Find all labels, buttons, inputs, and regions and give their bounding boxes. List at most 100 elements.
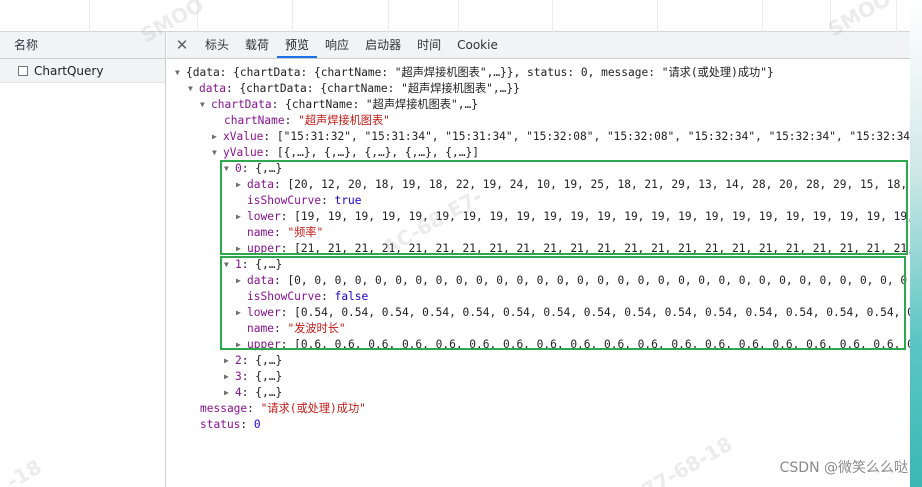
json-key-data: data: [199, 82, 226, 95]
json-preview-panel: ▼ {data: {chartData: {chartName: "超声焊接机图表…: [167, 60, 910, 487]
tab-headers[interactable]: 标头: [197, 32, 237, 58]
json-item-0-name-value: "频率": [287, 226, 324, 239]
json-item-1-summary: {,…}: [255, 258, 283, 271]
json-item-1-row[interactable]: ▼ 1: {,…}: [224, 257, 282, 273]
collapse-triangle-icon[interactable]: ▼: [200, 97, 211, 113]
json-item-0-index: 0: [235, 162, 242, 175]
json-key-name: name: [247, 226, 274, 239]
footer-watermark: CSDN @微笑么么哒: [779, 460, 908, 476]
json-key-chartname: chartName: [224, 114, 285, 127]
json-chartdata-summary: {chartName: "超声焊接机图表",…}: [285, 98, 478, 111]
json-item-1-lower-value: [0.54, 0.54, 0.54, 0.54, 0.54, 0.54, 0.5…: [294, 306, 910, 319]
json-item-0-lower-value: [19, 19, 19, 19, 19, 19, 19, 19, 19, 19,…: [294, 210, 910, 223]
name-column-header[interactable]: 名称: [0, 32, 165, 59]
json-data-row[interactable]: ▼ data: {chartData: {chartName: "超声焊接机图表"…: [188, 81, 520, 97]
json-item-2-index: 2: [235, 354, 242, 367]
json-key-message: message: [200, 402, 248, 415]
expand-triangle-icon[interactable]: ▶: [224, 385, 235, 401]
collapse-triangle-icon[interactable]: ▼: [175, 65, 186, 81]
json-item-0-isshowcurve-row: isShowCurve: true: [247, 194, 362, 207]
expand-triangle-icon[interactable]: ▶: [236, 337, 247, 353]
json-item-3-row[interactable]: ▶ 3: {,…}: [224, 369, 282, 385]
json-item-1-name-row: name: "发波时长": [247, 322, 346, 335]
json-xvalue-row[interactable]: ▶ xValue: ["15:31:32", "15:31:34", "15:31…: [212, 129, 910, 145]
close-icon[interactable]: ✕: [167, 32, 197, 58]
expand-triangle-icon[interactable]: ▶: [224, 369, 235, 385]
json-item-3-summary: {,…}: [255, 370, 283, 383]
request-row-chartquery[interactable]: ChartQuery: [0, 59, 165, 83]
json-key-upper: upper: [247, 338, 281, 351]
json-item-4-index: 4: [235, 386, 242, 399]
json-key-upper: upper: [247, 242, 281, 255]
tab-payload[interactable]: 载荷: [237, 32, 277, 58]
json-item-1-data-row[interactable]: ▶ data: [0, 0, 0, 0, 0, 0, 0, 0, 0, 0, 0,…: [236, 273, 907, 289]
json-message-value: "请求(或处理)成功": [260, 402, 366, 415]
expand-triangle-icon[interactable]: ▶: [236, 177, 247, 193]
tab-cookies[interactable]: Cookie: [449, 32, 506, 58]
expand-triangle-icon[interactable]: ▶: [236, 241, 247, 257]
request-name: ChartQuery: [34, 63, 104, 78]
json-item-1-name-value: "发波时长": [287, 322, 346, 335]
json-item-0-data-value: [20, 12, 20, 18, 19, 18, 22, 19, 24, 10,…: [287, 178, 910, 191]
expand-triangle-icon[interactable]: ▶: [212, 129, 223, 145]
json-xvalue-value: ["15:31:32", "15:31:34", "15:31:34", "15…: [276, 130, 910, 143]
tab-response[interactable]: 响应: [317, 32, 357, 58]
json-key-lower: lower: [247, 306, 281, 319]
json-yvalue-summary: [{,…}, {,…}, {,…}, {,…}, {,…}]: [276, 146, 479, 159]
json-key-lower: lower: [247, 210, 281, 223]
json-key-isshowcurve: isShowCurve: [247, 290, 322, 303]
collapse-triangle-icon[interactable]: ▼: [224, 257, 235, 273]
json-item-1-lower-row[interactable]: ▶ lower: [0.54, 0.54, 0.54, 0.54, 0.54, 0…: [236, 305, 910, 321]
json-item-0-row[interactable]: ▼ 0: {,…}: [224, 161, 282, 177]
json-key-name: name: [247, 322, 274, 335]
document-icon: [18, 65, 28, 76]
json-item-4-summary: {,…}: [255, 386, 283, 399]
expand-triangle-icon[interactable]: ▶: [236, 305, 247, 321]
json-item-0-summary: {,…}: [255, 162, 283, 175]
expand-triangle-icon[interactable]: ▶: [236, 209, 247, 225]
collapse-triangle-icon[interactable]: ▼: [224, 161, 235, 177]
json-item-2-row[interactable]: ▶ 2: {,…}: [224, 353, 282, 369]
json-yvalue-row[interactable]: ▼ yValue: [{,…}, {,…}, {,…}, {,…}, {,…}]: [212, 145, 479, 161]
expand-triangle-icon[interactable]: ▶: [236, 273, 247, 289]
background-edge-decoration: [910, 0, 922, 487]
json-item-0-isshowcurve-value: true: [334, 194, 362, 207]
json-status-row: status: 0: [200, 418, 261, 431]
json-item-2-summary: {,…}: [255, 354, 283, 367]
json-chartname-value: "超声焊接机图表": [298, 114, 390, 127]
json-key-status: status: [200, 418, 241, 431]
request-list-panel: 名称 ChartQuery: [0, 32, 166, 487]
json-data-summary: {chartData: {chartName: "超声焊接机图表",…}}: [239, 82, 520, 95]
json-item-1-isshowcurve-value: false: [334, 290, 369, 303]
json-key-data: data: [247, 178, 274, 191]
json-key-yvalue: yValue: [223, 146, 264, 159]
json-item-1-upper-row[interactable]: ▶ upper: [0.6, 0.6, 0.6, 0.6, 0.6, 0.6, 0…: [236, 337, 910, 353]
json-status-value: 0: [253, 418, 261, 431]
json-item-0-data-row[interactable]: ▶ data: [20, 12, 20, 18, 19, 18, 22, 19, …: [236, 177, 910, 193]
json-item-3-index: 3: [235, 370, 242, 383]
json-message-row: message: "请求(或处理)成功": [200, 402, 366, 415]
collapse-triangle-icon[interactable]: ▼: [212, 145, 223, 161]
json-item-0-lower-row[interactable]: ▶ lower: [19, 19, 19, 19, 19, 19, 19, 19,…: [236, 209, 910, 225]
collapse-triangle-icon[interactable]: ▼: [188, 81, 199, 97]
json-item-0-upper-value: [21, 21, 21, 21, 21, 21, 21, 21, 21, 21,…: [294, 242, 910, 255]
detail-tab-bar: ✕ 标头 载荷 预览 响应 启动器 时间 Cookie: [167, 32, 910, 59]
tab-timing[interactable]: 时间: [409, 32, 449, 58]
json-root-summary: {data: {chartData: {chartName: "超声焊接机图表"…: [186, 66, 774, 79]
json-item-1-upper-value: [0.6, 0.6, 0.6, 0.6, 0.6, 0.6, 0.6, 0.6,…: [294, 338, 910, 351]
json-chartname-row: chartName: "超声焊接机图表": [224, 114, 390, 127]
json-key-isshowcurve: isShowCurve: [247, 194, 322, 207]
tab-preview[interactable]: 预览: [277, 32, 318, 58]
json-key-data: data: [247, 274, 274, 287]
json-chartdata-row[interactable]: ▼ chartData: {chartName: "超声焊接机图表",…}: [200, 97, 478, 113]
json-item-1-data-value: [0, 0, 0, 0, 0, 0, 0, 0, 0, 0, 0, 0, 0, …: [287, 274, 908, 287]
json-item-1-isshowcurve-row: isShowCurve: false: [247, 290, 369, 303]
expand-triangle-icon[interactable]: ▶: [224, 353, 235, 369]
network-table-strip: [0, 0, 910, 32]
watermark-text: 77-68-18: [637, 431, 737, 487]
json-item-4-row[interactable]: ▶ 4: {,…}: [224, 385, 282, 401]
json-item-0-upper-row[interactable]: ▶ upper: [21, 21, 21, 21, 21, 21, 21, 21,…: [236, 241, 910, 257]
tab-initiator[interactable]: 启动器: [357, 32, 409, 58]
json-root-row[interactable]: ▼ {data: {chartData: {chartName: "超声焊接机图表…: [175, 65, 774, 81]
json-key-xvalue: xValue: [223, 130, 264, 143]
